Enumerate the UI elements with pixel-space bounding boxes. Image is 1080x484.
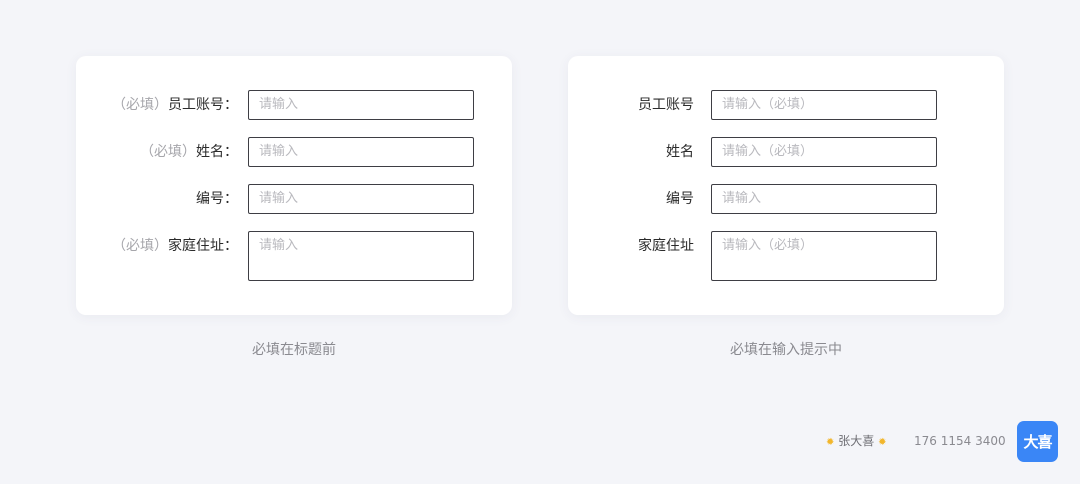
- number-input[interactable]: 请输入: [711, 184, 937, 214]
- employee-account-input[interactable]: 请输入（必填）: [711, 90, 937, 120]
- field-label: 员工账号: [638, 97, 694, 113]
- author-signature: ✹ 张大喜 ✹: [826, 432, 886, 452]
- label-text: 家庭住址：: [168, 238, 238, 254]
- field-label: （必填）姓名：: [140, 142, 238, 162]
- field-label: （必填）家庭住址：: [112, 236, 238, 256]
- field-label: 编号：: [196, 189, 238, 209]
- field-label: 编号: [666, 191, 694, 207]
- required-marker: （必填）: [112, 97, 168, 113]
- field-label: （必填）员工账号：: [112, 95, 238, 115]
- home-address-textarea[interactable]: 请输入（必填）: [711, 231, 937, 281]
- required-marker: （必填）: [112, 238, 168, 254]
- form-card-required-before-label: （必填）员工账号： 请输入 （必填）姓名： 请输入 编号： 请输入 （必填）家庭…: [76, 56, 512, 315]
- brand-logo: 大喜: [1017, 421, 1058, 462]
- label-text: 编号：: [196, 191, 238, 207]
- name-input[interactable]: 请输入（必填）: [711, 137, 937, 167]
- caption-right: 必填在输入提示中: [730, 342, 842, 358]
- required-marker: （必填）: [140, 144, 196, 160]
- number-input[interactable]: 请输入: [248, 184, 474, 214]
- field-label: 家庭住址: [638, 238, 694, 254]
- sun-icon: ✹: [826, 437, 835, 448]
- caption-left: 必填在标题前: [252, 342, 336, 358]
- label-text: 姓名：: [196, 144, 238, 160]
- author-name: 张大喜: [838, 434, 875, 448]
- home-address-textarea[interactable]: 请输入: [248, 231, 474, 281]
- phone-number: 176 1154 3400: [914, 434, 1006, 448]
- name-input[interactable]: 请输入: [248, 137, 474, 167]
- sun-icon: ✹: [878, 437, 887, 448]
- field-label: 姓名: [666, 144, 694, 160]
- form-card-required-in-placeholder: 员工账号 请输入（必填） 姓名 请输入（必填） 编号 请输入 家庭住址 请输入（…: [568, 56, 1004, 315]
- label-text: 员工账号：: [168, 97, 238, 113]
- employee-account-input[interactable]: 请输入: [248, 90, 474, 120]
